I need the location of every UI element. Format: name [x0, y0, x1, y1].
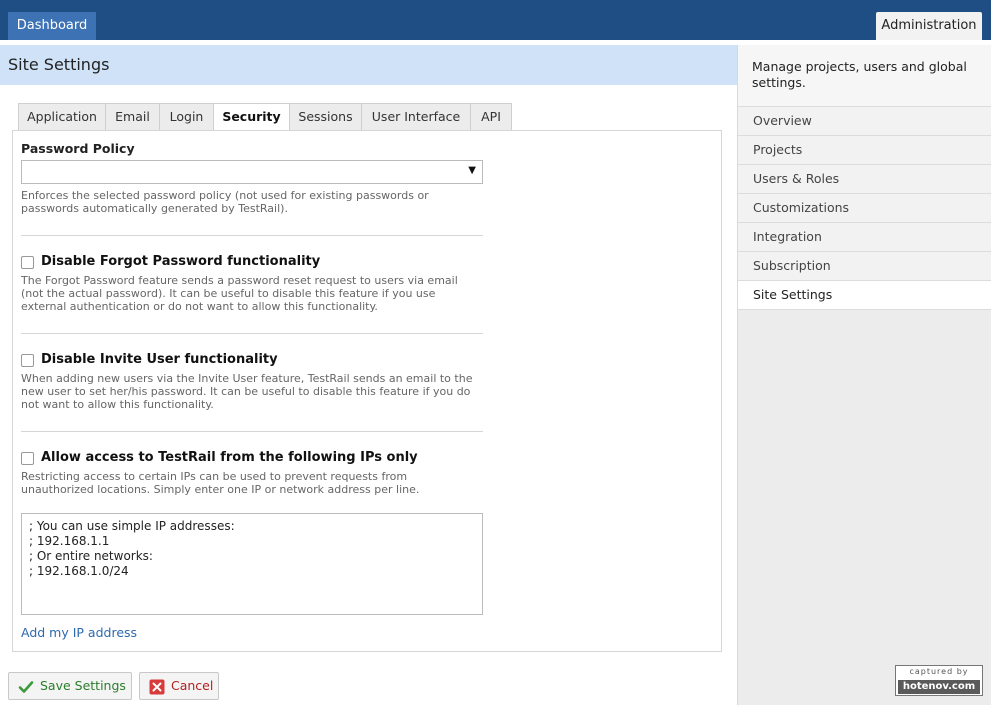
sidebar-item-projects[interactable]: Projects [738, 136, 991, 165]
divider [21, 431, 483, 432]
watermark-bottom-text: hotenov.com [898, 680, 980, 694]
disable-invite-user-checkbox[interactable] [21, 354, 34, 367]
sidebar-item-users-roles[interactable]: Users & Roles [738, 165, 991, 194]
cancel-label: Cancel [171, 678, 214, 693]
save-settings-label: Save Settings [40, 678, 126, 693]
textarea-line: ; 192.168.1.0/24 [29, 564, 129, 578]
textarea-line: ; Or entire networks: [29, 549, 153, 563]
textarea-line: ; You can use simple IP addresses: [29, 519, 235, 533]
disable-forgot-password-label[interactable]: Disable Forgot Password functionality [41, 254, 320, 269]
sidebar-item-site-settings[interactable]: Site Settings [738, 281, 991, 310]
cancel-x-icon [149, 679, 165, 695]
invite-user-help: When adding new users via the Invite Use… [21, 372, 473, 411]
tab-dashboard[interactable]: Dashboard [8, 12, 96, 40]
page-header [0, 45, 737, 85]
sidebar-item-integration[interactable]: Integration [738, 223, 991, 252]
password-policy-help: Enforces the selected password policy (n… [21, 189, 429, 215]
password-policy-label: Password Policy [21, 141, 135, 156]
sidebar-item-customizations[interactable]: Customizations [738, 194, 991, 223]
top-navigation-bar: Dashboard Administration [0, 0, 991, 40]
disable-forgot-password-checkbox[interactable] [21, 256, 34, 269]
tab-api[interactable]: API [470, 103, 512, 131]
tab-email[interactable]: Email [105, 103, 160, 131]
divider [21, 235, 483, 236]
tab-login[interactable]: Login [159, 103, 214, 131]
divider [21, 333, 483, 334]
sidebar-item-subscription[interactable]: Subscription [738, 252, 991, 281]
tab-sessions[interactable]: Sessions [289, 103, 362, 131]
page-title: Site Settings [8, 55, 110, 74]
disable-invite-user-label[interactable]: Disable Invite User functionality [41, 352, 278, 367]
admin-sidebar: Manage projects, users and global settin… [737, 45, 991, 705]
forgot-password-help: The Forgot Password feature sends a pass… [21, 274, 458, 313]
sidebar-description: Manage projects, users and global settin… [738, 45, 991, 107]
watermark-top-text: captured by [909, 667, 969, 676]
tab-application[interactable]: Application [18, 103, 106, 131]
save-settings-button[interactable]: Save Settings [8, 672, 132, 700]
password-policy-select[interactable]: ▼ [21, 160, 483, 184]
cancel-button[interactable]: Cancel [139, 672, 219, 700]
allow-ip-access-checkbox[interactable] [21, 452, 34, 465]
ip-access-help: Restricting access to certain IPs can be… [21, 470, 420, 496]
allow-ip-access-label[interactable]: Allow access to TestRail from the follow… [41, 450, 418, 465]
sidebar-item-overview[interactable]: Overview [738, 107, 991, 136]
checkmark-icon [18, 681, 34, 693]
ip-addresses-textarea[interactable]: ; You can use simple IP addresses: ; 192… [21, 513, 483, 615]
dropdown-arrow-icon: ▼ [468, 165, 476, 176]
capture-watermark: captured by hotenov.com [895, 665, 983, 696]
add-my-ip-link[interactable]: Add my IP address [21, 625, 137, 640]
textarea-line: ; 192.168.1.1 [29, 534, 110, 548]
tab-security[interactable]: Security [213, 103, 290, 132]
tab-user-interface[interactable]: User Interface [361, 103, 471, 131]
tab-administration[interactable]: Administration [876, 12, 982, 40]
